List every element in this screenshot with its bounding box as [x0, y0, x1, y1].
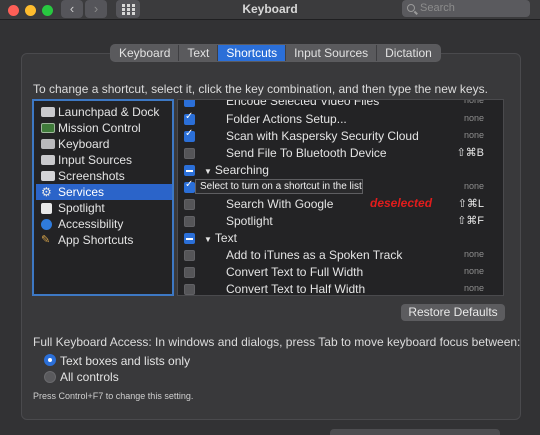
enable-checkbox[interactable] [184, 179, 195, 193]
enable-checkbox[interactable] [184, 111, 195, 125]
tooltip: Select to turn on a shortcut in the list [195, 179, 363, 194]
category-keyboard[interactable]: Keyboard [36, 136, 172, 152]
shortcut-key[interactable]: none [464, 181, 484, 191]
enable-checkbox[interactable] [184, 267, 195, 278]
shortcut-row[interactable]: Spotlight ⇧⌘F [178, 213, 503, 230]
enable-checkbox[interactable] [184, 100, 195, 107]
category-label: Launchpad & Dock [58, 105, 160, 119]
enable-checkbox[interactable] [184, 128, 195, 142]
tab-bar: Keyboard Text Shortcuts Input Sources Di… [110, 44, 441, 62]
group-checkbox[interactable] [184, 233, 195, 244]
enable-checkbox[interactable] [184, 250, 195, 261]
shortcut-key[interactable]: none [464, 100, 484, 105]
hint-text: Press Control+F7 to change this setting. [33, 391, 194, 401]
disclosure-triangle-icon[interactable]: ▼ [204, 167, 212, 176]
tab-text[interactable]: Text [179, 45, 219, 61]
category-spotlight[interactable]: Spotlight [36, 200, 172, 216]
shortcut-key[interactable]: none [464, 283, 484, 293]
tab-keyboard[interactable]: Keyboard [111, 45, 180, 61]
category-services[interactable]: ⚙ Services [36, 184, 172, 200]
category-screenshots[interactable]: Screenshots [36, 168, 172, 184]
category-label: Spotlight [58, 201, 105, 215]
disclosure-triangle-icon[interactable]: ▼ [204, 235, 212, 244]
category-label: Mission Control [58, 121, 141, 135]
search-placeholder: Search [420, 2, 455, 14]
category-label: Accessibility [58, 217, 124, 231]
shortcut-row[interactable]: Scan with Kaspersky Security Cloud none [178, 128, 503, 145]
category-list: Launchpad & Dock Mission Control Keyboar… [32, 99, 174, 296]
shortcut-key[interactable]: none [464, 130, 484, 140]
spotlight-icon [41, 203, 52, 214]
keyboard-icon [41, 139, 55, 149]
category-input-sources[interactable]: Input Sources [36, 152, 172, 168]
shortcut-label: Search With Google [226, 197, 334, 211]
enable-checkbox[interactable] [184, 216, 195, 227]
restore-defaults-button[interactable]: Restore Defaults [401, 304, 505, 321]
enable-checkbox[interactable] [184, 148, 195, 159]
shortcut-row[interactable]: Search With Google ⇧⌘L [178, 196, 503, 213]
shortcut-list: Encode Selected Video Files none Folder … [177, 99, 504, 296]
category-label: App Shortcuts [58, 233, 134, 247]
group-name: Text [214, 231, 237, 245]
group-checkbox[interactable] [184, 165, 195, 176]
search-icon [407, 4, 415, 12]
category-app-shortcuts[interactable]: ✎ App Shortcuts [36, 232, 172, 248]
accessibility-icon [41, 219, 52, 230]
shortcut-key[interactable]: none [464, 249, 484, 259]
shortcut-label: Spotlight [226, 214, 273, 228]
screenshots-icon [41, 171, 55, 181]
category-mission-control[interactable]: Mission Control [36, 120, 172, 136]
shortcut-row[interactable]: Folder Actions Setup... none [178, 111, 503, 128]
deselected-annotation: deselected [370, 196, 433, 210]
tab-dictation[interactable]: Dictation [377, 45, 440, 61]
shortcut-label: Add to iTunes as a Spoken Track [226, 248, 403, 262]
shortcut-label: Convert Text to Full Width [226, 265, 364, 279]
shortcut-row[interactable]: Convert Text to Full Width none [178, 264, 503, 281]
category-label: Services [58, 185, 105, 199]
category-label: Keyboard [58, 137, 110, 151]
shortcut-row[interactable]: Convert Text to Half Width none [178, 281, 503, 296]
launchpad-dock-icon [41, 107, 55, 117]
category-label: Screenshots [58, 169, 125, 183]
app-shortcuts-icon: ✎ [41, 234, 51, 246]
radio-label[interactable]: All controls [60, 370, 119, 384]
search-field[interactable]: Search [402, 0, 530, 17]
radio-all-controls[interactable] [44, 371, 56, 383]
tab-input-sources[interactable]: Input Sources [286, 45, 378, 61]
category-accessibility[interactable]: Accessibility [36, 216, 172, 232]
group-name: Searching [214, 163, 269, 177]
enable-checkbox[interactable] [184, 199, 195, 210]
mission-control-icon [41, 123, 55, 133]
shortcut-label: Convert Text to Half Width [226, 282, 366, 296]
group-row-searching[interactable]: ▼ Searching [178, 162, 503, 179]
enable-checkbox[interactable] [184, 284, 195, 295]
category-launchpad-dock[interactable]: Launchpad & Dock [36, 104, 172, 120]
shortcut-key[interactable]: ⇧⌘B [456, 146, 484, 159]
shortcut-row[interactable]: Encode Selected Video Files none [178, 99, 503, 110]
shortcut-label: Encode Selected Video Files [226, 99, 380, 108]
radio-label[interactable]: Text boxes and lists only [60, 354, 190, 368]
category-label: Input Sources [58, 153, 133, 167]
shortcut-label: Folder Actions Setup... [226, 112, 347, 126]
group-label: ▼ Searching [204, 163, 269, 177]
full-keyboard-access-label: Full Keyboard Access: In windows and dia… [33, 335, 521, 349]
shortcut-key[interactable]: none [464, 266, 484, 276]
group-label: ▼ Text [204, 231, 237, 245]
title-bar: ‹ › Keyboard Search [0, 0, 540, 20]
bottom-button[interactable] [330, 429, 500, 435]
shortcut-label: Scan with Kaspersky Security Cloud [226, 129, 419, 143]
tab-shortcuts[interactable]: Shortcuts [218, 45, 287, 61]
services-gear-icon: ⚙ [41, 185, 52, 199]
input-sources-icon [41, 155, 55, 165]
shortcut-key[interactable]: none [464, 113, 484, 123]
shortcut-row[interactable]: Add to iTunes as a Spoken Track none [178, 247, 503, 264]
radio-text-boxes[interactable] [44, 354, 56, 366]
instructions-text: To change a shortcut, select it, click t… [33, 82, 488, 96]
shortcut-key[interactable]: ⇧⌘F [457, 214, 484, 227]
shortcut-label: Send File To Bluetooth Device [226, 146, 387, 160]
shortcut-key[interactable]: ⇧⌘L [458, 197, 484, 210]
shortcut-row[interactable]: Send File To Bluetooth Device ⇧⌘B [178, 145, 503, 162]
group-row-text[interactable]: ▼ Text [178, 230, 503, 247]
